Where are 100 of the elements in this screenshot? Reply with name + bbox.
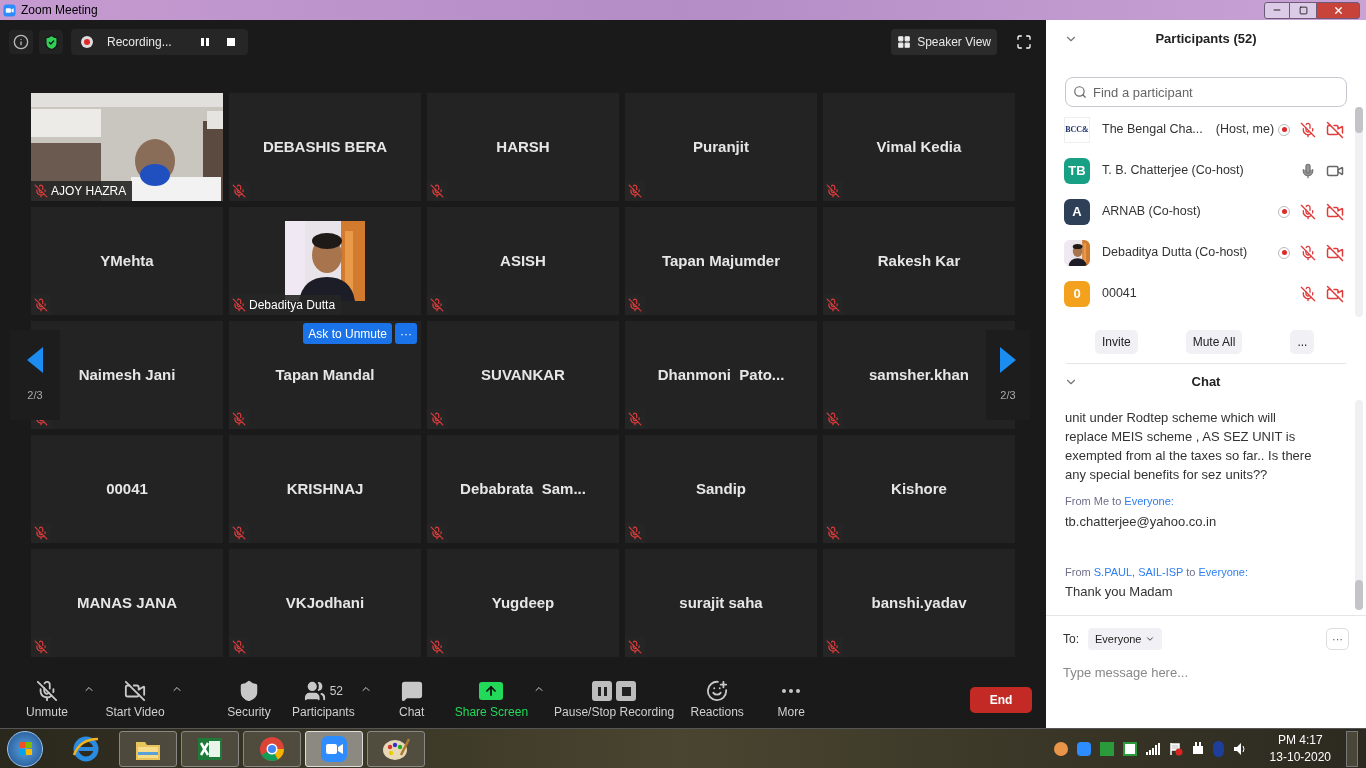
participant-name: KRISHNAJ [286, 478, 364, 499]
clock-time[interactable]: PM 4:17 [1277, 731, 1323, 749]
participant-name: 00041 [1102, 285, 1137, 303]
toolbar-button[interactable]: Unmute [12, 676, 82, 724]
message-header: From S.PAUL, SAIL-ISP to Everyone: [1065, 564, 1250, 580]
more-options-button[interactable]: ··· [1326, 628, 1349, 650]
message-text: Thank you Madam [1065, 583, 1174, 601]
recipient-dropdown[interactable]: Everyone [1088, 628, 1162, 650]
more-options-button[interactable]: ... [1290, 330, 1315, 354]
clock-date[interactable]: 13-10-2020 [1269, 748, 1331, 766]
message-input[interactable]: Type message here... [1063, 662, 1349, 682]
power-plug-icon[interactable] [1191, 741, 1204, 756]
maximize-button[interactable] [1290, 1, 1316, 19]
search-icon [1073, 85, 1087, 99]
ask-to-unmute-button[interactable]: Ask to Unmute [303, 323, 392, 344]
info-icon [13, 34, 29, 50]
search-field[interactable]: Find a participant [1065, 77, 1347, 107]
scrollbar[interactable] [1355, 107, 1363, 317]
participant-name: Puranjit [693, 136, 749, 157]
spreadsheet-icon [196, 735, 224, 762]
panel-button[interactable]: Invite [1095, 330, 1138, 354]
tray-icon[interactable] [1053, 741, 1068, 756]
participant-name: Kishore [891, 478, 947, 499]
pause-stop-icon [592, 681, 637, 701]
windows-logo-icon [18, 742, 32, 755]
toolbar-button[interactable]: Start Video [100, 676, 170, 724]
avatar: 0 [1064, 280, 1090, 307]
panel-button[interactable]: Mute All [1185, 330, 1243, 354]
participant-name: DEBASHIS BERA [262, 136, 388, 157]
participant-name: Tapan Mandal [275, 364, 375, 385]
people-icon [303, 680, 326, 702]
participant-row[interactable]: 0 00041 [1046, 273, 1366, 314]
participant-name: Dhanmoni Pato... [657, 364, 785, 385]
window-title: Zoom Meeting [21, 2, 98, 19]
end-meeting-button[interactable]: End [970, 687, 1032, 713]
toolbar-button[interactable]: Pause/Stop Recording [550, 676, 679, 724]
smiley-icon [706, 680, 729, 702]
participant-name: samsher.khan [868, 364, 970, 385]
participant-name: Tapan Majumder [661, 250, 781, 271]
pause-recording-button[interactable] [198, 35, 212, 49]
participant-row[interactable]: Debaditya Dutta (Co-host) [1046, 232, 1366, 273]
taskbar-app-button[interactable] [367, 730, 425, 767]
tray-icon[interactable] [1122, 741, 1137, 756]
taskbar-app-button[interactable] [181, 730, 239, 767]
panel-title: Participants (52) [1155, 29, 1257, 48]
participant-name: T. B. Chatterjee (Co-host) [1102, 162, 1244, 180]
participant-name: Naimesh Jani [78, 364, 176, 385]
toolbar-button[interactable]: Chat [376, 676, 447, 724]
recording-label: Recording... [107, 34, 172, 51]
taskbar-app-button[interactable] [119, 730, 177, 767]
fullscreen-icon [1016, 34, 1032, 50]
show-desktop-button[interactable] [1346, 730, 1358, 767]
participant-row[interactable]: BCC& The Bengal Cha... (Host, me) [1046, 109, 1366, 150]
more-icon [782, 689, 801, 693]
participant-row[interactable]: TB T. B. Chatterjee (Co-host) [1046, 150, 1366, 191]
scrollbar[interactable] [1355, 400, 1363, 610]
stop-recording-button[interactable] [224, 35, 238, 49]
participant-name: MANAS JANA [77, 592, 177, 613]
speaker-icon[interactable] [1232, 741, 1247, 756]
participant-name: banshi.yadav [871, 592, 967, 613]
caret-icon [1144, 634, 1155, 644]
participant-name: YMehta [100, 250, 154, 271]
chrome-icon [258, 734, 286, 763]
info-button[interactable] [9, 30, 33, 54]
panel-title: Chat [1191, 373, 1221, 392]
muted-mic-icon [36, 680, 58, 702]
close-button[interactable] [1316, 1, 1360, 19]
participant-name: Yugdeep [491, 592, 555, 613]
toolbar-button[interactable]: 52 Participants [288, 676, 359, 724]
toolbar-button[interactable]: Share Screen [450, 676, 533, 724]
participant-name: HARSH [496, 136, 550, 157]
start-button[interactable] [7, 730, 43, 767]
taskbar-app-button[interactable] [243, 730, 301, 767]
chat-icon [400, 680, 423, 702]
minimize-button[interactable] [1264, 1, 1290, 19]
speaker-view-button[interactable]: Speaker View [891, 29, 997, 55]
toolbar-button[interactable]: More [756, 676, 827, 724]
participant-name: ARNAB (Co-host) [1102, 203, 1201, 221]
participant-name: surajit saha [679, 592, 763, 613]
more-options-button[interactable]: ··· [395, 323, 417, 344]
message-text: tb.chatterjee@yahoo.co.in [1065, 512, 1218, 531]
share-screen-icon [479, 682, 504, 700]
avatar: TB [1064, 157, 1090, 184]
message-text: unit under Rodtep scheme which will replace MEIS scheme , AS SEZ UNIT is exempted from al the taxes so far.. Is there any special benefits for sez units?? [1065, 409, 1313, 484]
participant-role: (Host, me) [1215, 121, 1275, 139]
organization-logo: BCC& [1064, 116, 1090, 143]
maximize-icon [1298, 5, 1308, 15]
participant-name: Vimal Kedia [876, 136, 962, 157]
participant-row[interactable]: A ARNAB (Co-host) [1046, 191, 1366, 232]
flag-icon[interactable] [1168, 741, 1183, 756]
participant-name: AJOY HAZRA [51, 183, 128, 200]
video-camera-icon [320, 734, 348, 763]
signal-icon[interactable] [1145, 742, 1160, 755]
toolbar-button[interactable]: Reactions [682, 676, 753, 724]
participant-name: ASISH [500, 250, 546, 271]
shield-icon [238, 680, 260, 702]
security-shield-button[interactable] [39, 30, 63, 54]
browser-e-icon [72, 734, 100, 763]
participant-name: Debabrata Sam... [460, 478, 586, 499]
toolbar-button[interactable]: Security [214, 676, 284, 724]
